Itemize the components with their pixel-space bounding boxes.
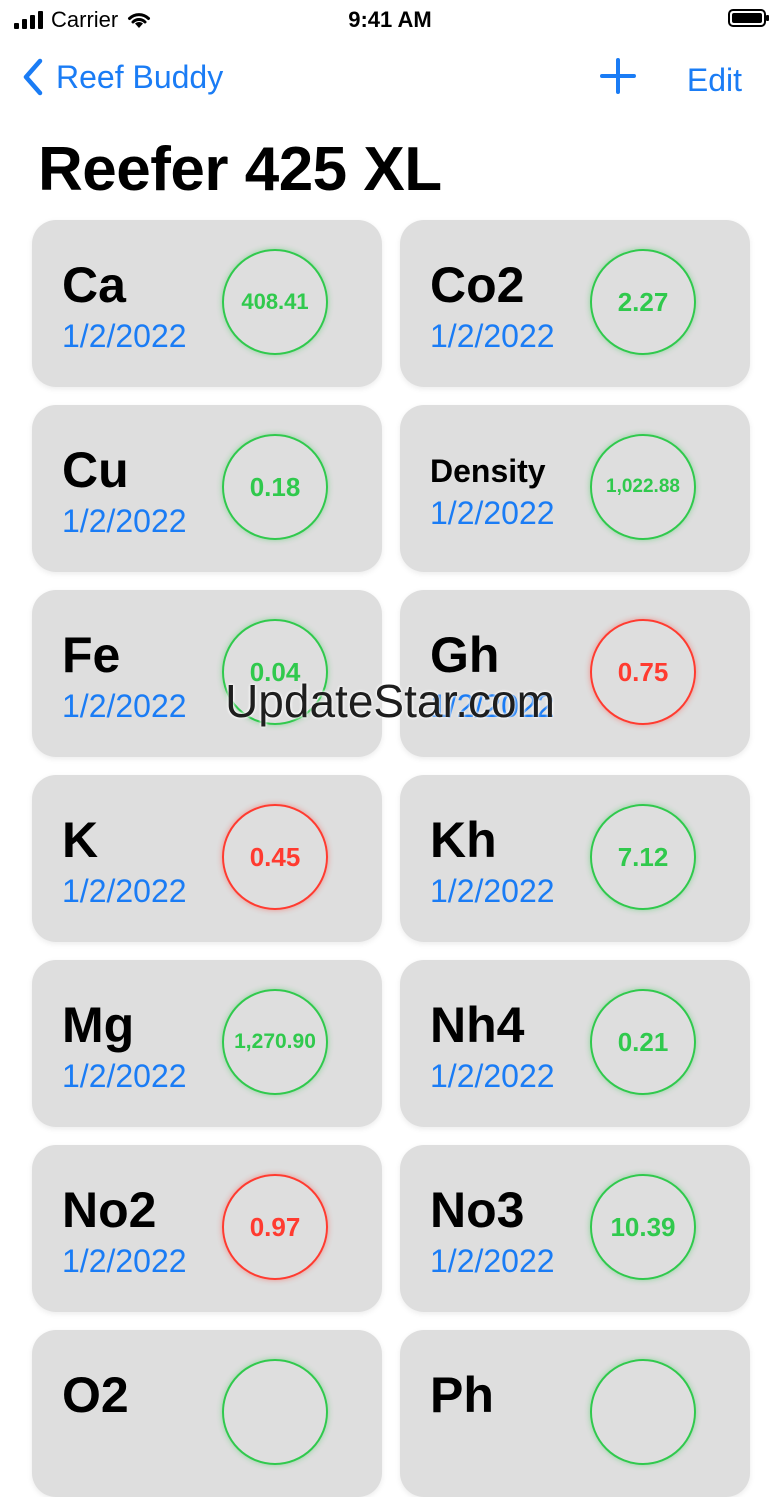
parameter-card-no2[interactable]: No2 1/2/2022 0.97 bbox=[32, 1145, 382, 1312]
parameter-name: Gh bbox=[430, 627, 500, 683]
value-ring: 0.18 bbox=[222, 434, 328, 540]
value-ring: 0.75 bbox=[590, 619, 696, 725]
parameter-grid: Ca 1/2/2022 408.41 Co2 1/2/2022 2.27 Cu … bbox=[32, 220, 750, 1497]
parameter-card-nh4[interactable]: Nh4 1/2/2022 0.21 bbox=[400, 960, 750, 1127]
parameter-name: Ca bbox=[62, 257, 126, 313]
parameter-name: Kh bbox=[430, 812, 497, 868]
back-button[interactable]: Reef Buddy bbox=[22, 58, 223, 96]
parameter-date: 1/2/2022 bbox=[62, 1058, 187, 1094]
parameter-name: No3 bbox=[430, 1182, 525, 1238]
value-ring: 0.04 bbox=[222, 619, 328, 725]
parameter-name: Density bbox=[430, 453, 546, 489]
parameter-card-mg[interactable]: Mg 1/2/2022 1,270.90 bbox=[32, 960, 382, 1127]
parameter-card-gh[interactable]: Gh 1/2/2022 0.75 bbox=[400, 590, 750, 757]
value-ring bbox=[222, 1359, 328, 1465]
parameter-card-density[interactable]: Density 1/2/2022 1,022.88 bbox=[400, 405, 750, 572]
parameter-name: Co2 bbox=[430, 257, 525, 313]
parameter-name: K bbox=[62, 812, 99, 868]
status-time: 9:41 AM bbox=[348, 7, 432, 32]
value-ring bbox=[590, 1359, 696, 1465]
value-ring: 7.12 bbox=[590, 804, 696, 910]
parameter-date: 1/2/2022 bbox=[430, 318, 555, 354]
parameter-card-o2[interactable]: O2 bbox=[32, 1330, 382, 1497]
parameter-name: Fe bbox=[62, 627, 121, 683]
parameter-date: 1/2/2022 bbox=[62, 688, 187, 724]
parameter-name: Nh4 bbox=[430, 997, 525, 1053]
parameter-date: 1/2/2022 bbox=[430, 1243, 555, 1279]
navigation-bar: Reef Buddy Edit bbox=[0, 52, 780, 108]
parameter-date: 1/2/2022 bbox=[62, 873, 187, 909]
parameter-name: O2 bbox=[62, 1367, 129, 1423]
page-title: Reefer 425 XL bbox=[38, 135, 442, 204]
parameter-name: No2 bbox=[62, 1182, 157, 1238]
value-ring: 0.97 bbox=[222, 1174, 328, 1280]
parameter-date: 1/2/2022 bbox=[62, 1243, 187, 1279]
value-ring: 0.45 bbox=[222, 804, 328, 910]
parameter-card-ca[interactable]: Ca 1/2/2022 408.41 bbox=[32, 220, 382, 387]
chevron-left-icon bbox=[23, 58, 43, 96]
parameter-card-fe[interactable]: Fe 1/2/2022 0.04 bbox=[32, 590, 382, 757]
value-ring: 1,270.90 bbox=[222, 989, 328, 1095]
parameter-card-no3[interactable]: No3 1/2/2022 10.39 bbox=[400, 1145, 750, 1312]
value-ring: 0.21 bbox=[590, 989, 696, 1095]
parameter-date: 1/2/2022 bbox=[430, 1058, 555, 1094]
parameter-name: Mg bbox=[62, 997, 135, 1053]
back-button-label: Reef Buddy bbox=[56, 58, 224, 95]
parameter-card-kh[interactable]: Kh 1/2/2022 7.12 bbox=[400, 775, 750, 942]
parameter-card-k[interactable]: K 1/2/2022 0.45 bbox=[32, 775, 382, 942]
add-button[interactable] bbox=[598, 56, 638, 104]
battery-icon bbox=[728, 9, 769, 27]
parameter-date: 1/2/2022 bbox=[430, 873, 555, 909]
value-ring: 1,022.88 bbox=[590, 434, 696, 540]
parameter-date: 1/2/2022 bbox=[430, 495, 555, 531]
status-bar: Carrier 9:41 AM bbox=[0, 0, 780, 40]
parameter-card-ph[interactable]: Ph bbox=[400, 1330, 750, 1497]
parameter-name: Ph bbox=[430, 1367, 494, 1423]
edit-button[interactable]: Edit bbox=[687, 62, 742, 99]
plus-icon bbox=[600, 58, 636, 94]
value-ring: 408.41 bbox=[222, 249, 328, 355]
value-ring: 2.27 bbox=[590, 249, 696, 355]
parameter-card-co2[interactable]: Co2 1/2/2022 2.27 bbox=[400, 220, 750, 387]
parameter-date: 1/2/2022 bbox=[430, 688, 555, 724]
parameter-name: Cu bbox=[62, 442, 129, 498]
parameter-card-cu[interactable]: Cu 1/2/2022 0.18 bbox=[32, 405, 382, 572]
parameter-date: 1/2/2022 bbox=[62, 318, 187, 354]
value-ring: 10.39 bbox=[590, 1174, 696, 1280]
parameter-date: 1/2/2022 bbox=[62, 503, 187, 539]
